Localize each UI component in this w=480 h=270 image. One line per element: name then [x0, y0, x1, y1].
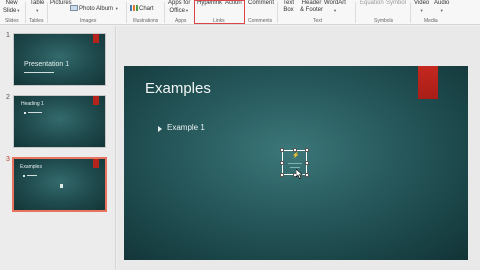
current-slide[interactable]: Examples Example 1 ⚡: [124, 66, 468, 260]
slide-thumbnail-3[interactable]: Examples: [12, 157, 107, 212]
slide-editing-area[interactable]: Examples Example 1 ⚡: [117, 26, 480, 270]
chevron-down-icon: ▼: [114, 6, 119, 11]
audio-button[interactable]: Audio ▼: [434, 0, 449, 15]
audio-label: Audio: [434, 0, 450, 6]
chevron-down-icon: ▼: [184, 8, 189, 13]
text-box-label: Text Box: [283, 0, 295, 13]
links-group-highlight: [194, 0, 245, 24]
slide-thumbnail-2[interactable]: Heading 1: [13, 95, 106, 148]
mouse-pointer-icon: [296, 169, 303, 179]
group-divider: [164, 2, 165, 23]
group-label-slides: Slides: [5, 18, 19, 24]
shape-text-line: [288, 163, 302, 164]
chevron-down-icon: ▼: [419, 8, 424, 13]
accent-tab: [418, 66, 438, 99]
thumbnail-bullet: [23, 175, 25, 177]
bullet-item[interactable]: Example 1: [167, 123, 205, 132]
ribbon: New Slide▼ Table ▼ Pictures Photo Album ▼…: [0, 0, 480, 25]
group-label-media: Media: [424, 18, 438, 24]
slide-number: 3: [6, 156, 10, 163]
thumbnail-bullet: [24, 112, 26, 114]
selected-action-button-shape[interactable]: ⚡: [280, 148, 309, 177]
video-label: Video: [414, 0, 430, 6]
chevron-down-icon: ▼: [332, 8, 337, 13]
photo-album-button[interactable]: Photo Album ▼: [70, 5, 119, 13]
header-footer-label: Header & Footer: [300, 0, 324, 13]
resize-handle[interactable]: [305, 173, 309, 177]
resize-handle[interactable]: [305, 148, 309, 152]
comment-label: Comment: [248, 0, 275, 6]
video-button[interactable]: Video ▼: [414, 0, 429, 15]
group-label-text: Text: [313, 18, 323, 24]
resize-handle[interactable]: [293, 148, 297, 152]
slide-number: 2: [6, 94, 10, 101]
pictures-label: Pictures: [50, 0, 72, 6]
group-divider: [410, 2, 411, 23]
resize-handle[interactable]: [280, 161, 284, 165]
comment-button[interactable]: Comment: [248, 0, 274, 7]
chart-button[interactable]: Chart: [130, 5, 154, 13]
group-divider: [47, 2, 48, 23]
resize-handle[interactable]: [280, 173, 284, 177]
apps-for-office-button[interactable]: Apps for Office▼: [168, 0, 190, 15]
group-label-apps: Apps: [175, 18, 187, 24]
symbol-label: Symbol: [386, 0, 407, 6]
chevron-down-icon: ▼: [35, 8, 40, 13]
text-box-button[interactable]: Text Box: [283, 0, 294, 14]
chevron-down-icon: ▼: [16, 8, 21, 13]
thumbnail-subtitle-line: [24, 72, 54, 73]
pictures-button[interactable]: Pictures: [50, 0, 72, 7]
accent-tab: [93, 96, 99, 105]
group-divider: [126, 2, 127, 23]
symbol-button[interactable]: Symbol: [386, 0, 406, 7]
group-label-illustrations: Illustrations: [133, 18, 159, 24]
group-label-comments: Comments: [248, 18, 273, 24]
header-footer-button[interactable]: Header & Footer: [300, 0, 323, 14]
chart-icon: [130, 5, 138, 11]
table-label: Table: [30, 0, 45, 6]
thumbnail-title: Presentation 1: [24, 61, 70, 68]
action-button-icon: ⚡: [292, 153, 300, 159]
equation-button[interactable]: Equation: [360, 0, 384, 7]
thumbnail-bullet-line: [27, 175, 37, 176]
resize-handle[interactable]: [305, 161, 309, 165]
group-divider: [355, 2, 356, 23]
new-slide-button[interactable]: New Slide▼: [3, 0, 20, 15]
equation-label: Equation: [360, 0, 384, 6]
slide-thumbnail-panel[interactable]: 1 Presentation 1 2 Heading 1 3 Examples: [0, 26, 116, 270]
slide-title[interactable]: Examples: [145, 80, 211, 97]
shape-text-line: [290, 167, 300, 168]
resize-handle[interactable]: [280, 148, 284, 152]
wordart-label: WordArt: [324, 0, 346, 6]
photo-album-label: Photo Album: [79, 6, 114, 12]
photo-album-icon: [70, 5, 78, 11]
group-divider: [277, 2, 278, 23]
accent-tab: [93, 159, 99, 168]
slide-number: 1: [6, 32, 10, 39]
thumbnail-selected-object: [60, 184, 63, 188]
table-button[interactable]: Table ▼: [30, 0, 44, 15]
bullet-arrow-icon: [158, 126, 162, 132]
thumbnail-bullet-line: [28, 112, 42, 113]
group-label-tables: Tables: [29, 18, 44, 24]
group-label-symbols: Symbols: [374, 18, 394, 24]
accent-tab: [93, 34, 99, 43]
slide-thumbnail-1[interactable]: Presentation 1: [13, 33, 106, 86]
chevron-down-icon: ▼: [439, 8, 444, 13]
chart-label: Chart: [139, 6, 154, 12]
group-label-images: Images: [80, 18, 97, 24]
thumbnail-title: Heading 1: [21, 101, 44, 107]
thumbnail-title: Examples: [20, 164, 42, 170]
wordart-button[interactable]: WordArt ▼: [324, 0, 346, 15]
group-divider: [25, 2, 26, 23]
